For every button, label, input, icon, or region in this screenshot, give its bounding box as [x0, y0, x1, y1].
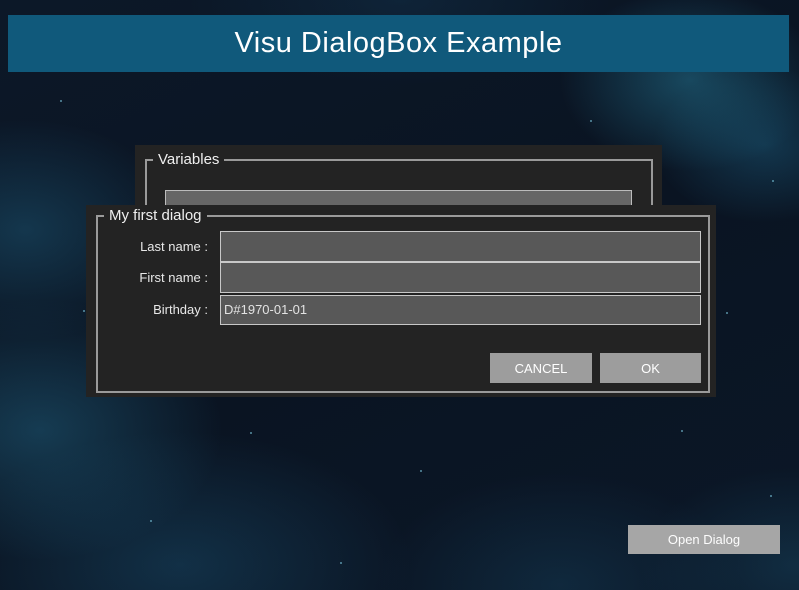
open-dialog-button[interactable]: Open Dialog — [628, 525, 780, 554]
star-dot — [590, 120, 592, 122]
birthday-label: Birthday : — [116, 302, 208, 318]
birthday-field[interactable]: D#1970-01-01 — [220, 295, 701, 325]
star-dot — [681, 430, 683, 432]
star-dot — [340, 562, 342, 564]
title-bar: Visu DialogBox Example — [8, 15, 789, 72]
star-dot — [772, 180, 774, 182]
my-first-dialog: My first dialog Last name : First name :… — [86, 205, 716, 397]
star-dot — [420, 470, 422, 472]
variables-groupbox-legend: Variables — [153, 151, 224, 168]
page-title: Visu DialogBox Example — [234, 27, 562, 60]
ok-button[interactable]: OK — [600, 353, 701, 383]
star-dot — [150, 520, 152, 522]
star-dot — [60, 100, 62, 102]
first-name-label: First name : — [116, 270, 208, 286]
star-dot — [250, 432, 252, 434]
star-dot — [770, 495, 772, 497]
last-name-field[interactable] — [220, 231, 701, 262]
visu-screen: Visu DialogBox Example Variables My firs… — [0, 0, 799, 590]
first-name-field[interactable] — [220, 262, 701, 293]
dialog-groupbox-legend: My first dialog — [104, 207, 207, 224]
cancel-button[interactable]: CANCEL — [490, 353, 592, 383]
star-dot — [726, 312, 728, 314]
star-dot — [83, 310, 85, 312]
last-name-label: Last name : — [116, 239, 208, 255]
